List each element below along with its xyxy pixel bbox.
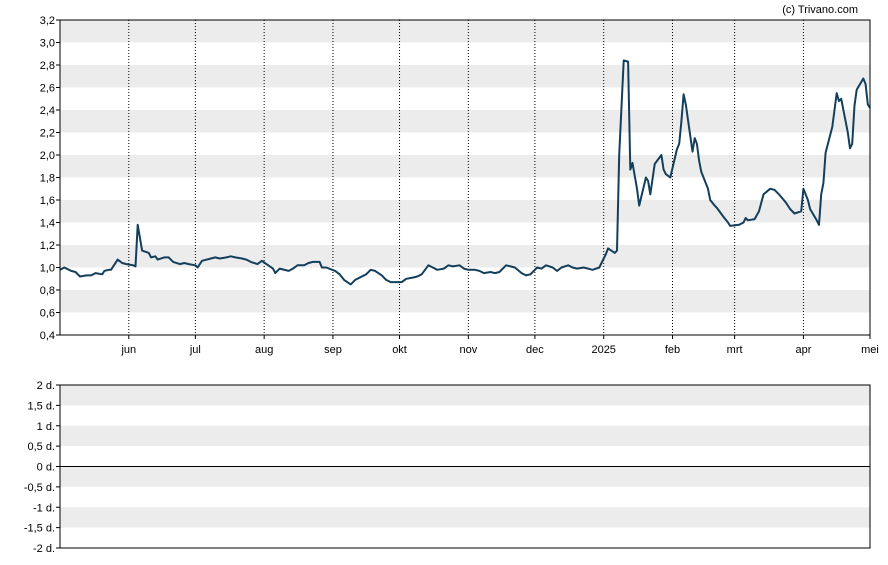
top-x-tick-label: apr bbox=[795, 344, 811, 356]
top-band bbox=[60, 20, 870, 43]
top-band bbox=[60, 110, 870, 133]
top-x-tick-label: aug bbox=[255, 344, 273, 356]
bottom-band bbox=[60, 466, 870, 487]
top-band bbox=[60, 155, 870, 178]
bottom-y-tick-label: -1 d. bbox=[33, 502, 55, 514]
credit-text: (c) Trivano.com bbox=[782, 4, 858, 16]
top-band bbox=[60, 65, 870, 88]
chart-svg: 0,4 0,6 0,8 1,0 1,2 1,4 1,6 1,8 2,0 2,2 2,4 2,6 2,8 3… bbox=[24, 4, 879, 555]
chart-root: 0,4 0,6 0,8 1,0 1,2 1,4 1,6 1,8 2,0 2,2 2,4 2,6 2,8 3… bbox=[0, 0, 888, 565]
top-x-tick-label: 2025 bbox=[591, 344, 615, 356]
top-y-tick-label: 0,4 bbox=[40, 330, 55, 342]
bottom-y-tick-label: 2 d. bbox=[37, 380, 55, 392]
bottom-chart-y-ticks: -2 d. -1,5 d. -1 d. -0,5 d. 0 d. 0,5 d. 1 d. 1,… bbox=[24, 380, 60, 555]
bottom-band bbox=[60, 385, 870, 406]
bottom-y-tick-label: -0,5 d. bbox=[24, 482, 55, 494]
top-y-tick-label: 1,4 bbox=[40, 218, 55, 230]
top-chart-x-ticks: jun jul aug sep okt nov dec 2025 feb mrt apr mei bbox=[120, 335, 879, 356]
bottom-y-tick-label: 0 d. bbox=[37, 462, 55, 474]
top-y-tick-label: 2,0 bbox=[40, 150, 55, 162]
top-y-tick-label: 0,8 bbox=[40, 285, 55, 297]
bottom-chart-bands bbox=[60, 385, 870, 528]
top-y-tick-label: 3,2 bbox=[40, 15, 55, 27]
top-x-tick-label: okt bbox=[392, 344, 407, 356]
top-chart-y-ticks: 0,4 0,6 0,8 1,0 1,2 1,4 1,6 1,8 2,0 2,2 2,4 2,6 2,8 3… bbox=[40, 15, 60, 342]
top-x-tick-label: nov bbox=[459, 344, 477, 356]
top-y-tick-label: 2,2 bbox=[40, 128, 55, 140]
top-band bbox=[60, 290, 870, 313]
top-x-tick-label: mei bbox=[861, 344, 879, 356]
top-y-tick-label: 3,0 bbox=[40, 38, 55, 50]
top-y-tick-label: 1,6 bbox=[40, 195, 55, 207]
top-x-tick-label: sep bbox=[324, 344, 342, 356]
top-band bbox=[60, 200, 870, 223]
top-y-tick-label: 2,8 bbox=[40, 60, 55, 72]
top-x-tick-label: jul bbox=[189, 344, 201, 356]
top-x-tick-label: mrt bbox=[727, 344, 743, 356]
bottom-band bbox=[60, 425, 870, 447]
top-y-tick-label: 1,2 bbox=[40, 240, 55, 252]
top-x-tick-label: jun bbox=[120, 344, 136, 356]
top-y-tick-label: 1,8 bbox=[40, 173, 55, 185]
top-y-tick-label: 0,6 bbox=[40, 308, 55, 320]
bottom-band bbox=[60, 507, 870, 528]
bottom-y-tick-label: -1,5 d. bbox=[24, 523, 55, 535]
top-y-tick-label: 2,4 bbox=[40, 105, 55, 117]
bottom-y-tick-label: 0,5 d. bbox=[27, 441, 55, 453]
top-x-tick-label: feb bbox=[665, 344, 680, 356]
top-x-tick-label: dec bbox=[526, 344, 544, 356]
bottom-y-tick-label: -2 d. bbox=[33, 543, 55, 555]
top-y-tick-label: 1,0 bbox=[40, 263, 55, 275]
bottom-y-tick-label: 1,5 d. bbox=[27, 400, 55, 412]
bottom-y-tick-label: 1 d. bbox=[37, 421, 55, 433]
top-y-tick-label: 2,6 bbox=[40, 83, 55, 95]
